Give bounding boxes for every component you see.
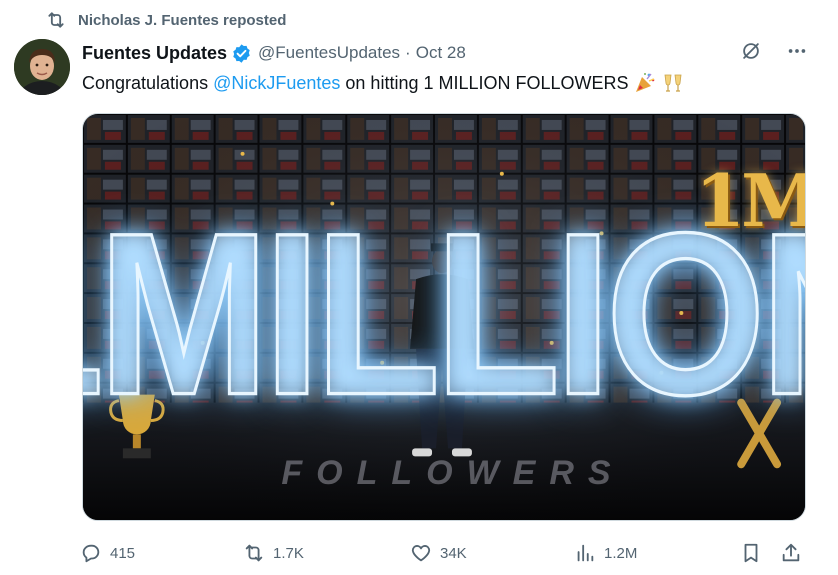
repost-count: 1.7K [273, 544, 304, 562]
repost-icon [48, 12, 64, 28]
tweet-text-prefix: Congratulations [82, 72, 209, 93]
analytics-icon [577, 544, 594, 562]
tweet-date[interactable]: Oct 28 [416, 43, 466, 63]
separator-dot: · [405, 43, 411, 62]
media-badge-text: 1M [695, 158, 806, 243]
display-name[interactable]: Fuentes Updates [82, 43, 227, 64]
bookmark-button[interactable] [740, 540, 770, 566]
user-handle[interactable]: @FuentesUpdates [258, 43, 400, 63]
repost-label: Nicholas J. Fuentes reposted [78, 11, 287, 29]
bookmark-icon [744, 543, 758, 563]
view-count: 1.2M [604, 544, 638, 562]
repost-icon [245, 544, 263, 562]
reply-count: 415 [110, 544, 136, 562]
like-button[interactable]: 34K [410, 540, 467, 566]
reply-icon [82, 544, 100, 563]
party-popper-icon [635, 73, 654, 92]
heart-icon [411, 545, 431, 562]
avatar-portrait [14, 39, 70, 95]
more-options-icon[interactable] [786, 40, 808, 62]
share-icon [782, 543, 800, 562]
clinking-glasses-icon [664, 74, 681, 92]
repost-header[interactable]: Nicholas J. Fuentes reposted [46, 8, 286, 32]
avatar[interactable] [14, 39, 70, 95]
reply-button[interactable]: 415 [80, 540, 135, 566]
media-title-text: 1MILLION [83, 185, 805, 443]
mention-link[interactable]: @NickJFuentes [213, 73, 340, 94]
like-count: 34K [440, 544, 467, 562]
media-subtitle-text: FOLLOWERS [281, 454, 625, 492]
tweet-text-suffix: on hitting 1 MILLION FOLLOWERS [345, 72, 629, 93]
share-button[interactable] [780, 540, 810, 566]
views-button[interactable]: 1.2M [574, 540, 637, 566]
tweet-text: Congratulations @NickJFuentes on hitting… [82, 71, 685, 95]
tweet-header: Fuentes Updates @FuentesUpdates · Oct 28 [82, 40, 818, 66]
action-bar: 415 1.7K 34K 1.2M [80, 540, 810, 566]
verified-badge-icon[interactable] [231, 43, 252, 64]
repost-button[interactable]: 1.7K [243, 540, 304, 566]
tweet-media-image[interactable]: 1MILLION 1M FOLLOWERS [82, 113, 806, 521]
grok-icon[interactable] [740, 40, 762, 62]
